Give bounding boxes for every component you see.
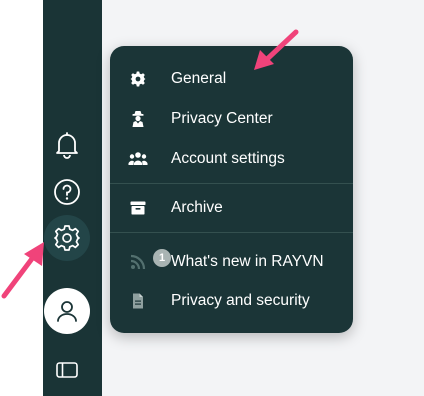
- panel-toggle-icon: [56, 362, 78, 378]
- document-icon: [127, 290, 149, 312]
- notifications-button[interactable]: [51, 128, 83, 162]
- collapse-sidebar-button[interactable]: [54, 359, 80, 381]
- annotation-arrow-left: [1, 242, 44, 299]
- rss-icon: 1: [127, 249, 171, 273]
- help-icon: [54, 179, 80, 205]
- menu-item-label: Archive: [171, 199, 223, 216]
- menu-item-general[interactable]: General: [110, 61, 353, 97]
- menu-item-privacy-security[interactable]: Privacy and security: [110, 283, 353, 319]
- help-button[interactable]: [51, 176, 83, 208]
- archive-box-icon: [127, 197, 149, 219]
- users-icon: [127, 148, 149, 170]
- menu-item-archive[interactable]: Archive: [110, 190, 353, 226]
- bell-icon: [56, 132, 78, 159]
- menu-item-account-settings[interactable]: Account settings: [110, 141, 353, 177]
- user-avatar-button[interactable]: [44, 288, 90, 334]
- menu-item-label: General: [171, 70, 227, 87]
- page-margin: [0, 0, 43, 396]
- menu-divider: [110, 232, 353, 233]
- menu-item-label: Privacy and security: [171, 292, 310, 309]
- user-icon: [57, 301, 77, 322]
- privacy-agent-icon: [127, 108, 149, 130]
- gear-icon: [127, 68, 149, 90]
- menu-item-label: Privacy Center: [171, 110, 273, 127]
- settings-dropdown-menu: General Privacy Center Account settings: [110, 46, 353, 333]
- settings-button[interactable]: [44, 215, 90, 261]
- gear-icon: [54, 225, 80, 251]
- menu-divider: [110, 183, 353, 184]
- menu-item-whats-new[interactable]: 1 What's new in RAYVN: [110, 244, 353, 280]
- menu-item-label: What's new in RAYVN: [171, 253, 324, 270]
- annotation-arrow-top: [254, 29, 299, 70]
- menu-item-label: Account settings: [171, 150, 285, 167]
- notification-badge: 1: [153, 249, 171, 267]
- menu-item-privacy-center[interactable]: Privacy Center: [110, 101, 353, 137]
